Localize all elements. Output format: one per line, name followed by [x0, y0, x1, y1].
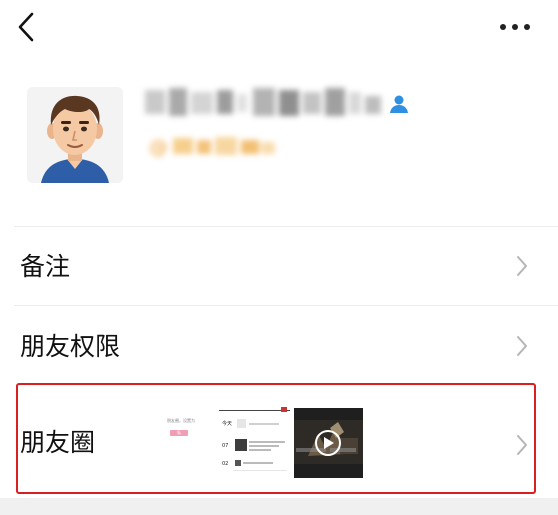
- chevron-right-icon: [517, 435, 527, 455]
- timeline-today-label: 今天: [222, 421, 233, 427]
- nickname-redacted: [143, 82, 385, 122]
- moments-row[interactable]: 朋友圈 朋友圈，设置为 私 今天 07 02: [0, 384, 558, 494]
- timeline-cover-avatar: [281, 407, 287, 412]
- friend-permissions-row[interactable]: 朋友权限: [0, 306, 558, 382]
- back-arrow-icon[interactable]: [14, 10, 40, 44]
- remark-label: 备注: [20, 252, 71, 281]
- avatar-cartoon-man-image: [27, 87, 123, 183]
- more-options-icon[interactable]: [498, 22, 532, 32]
- avatar[interactable]: [27, 87, 123, 183]
- timeline-date-2: 02: [222, 461, 229, 467]
- timeline-top-bar: [219, 410, 290, 411]
- chevron-right-icon: [517, 256, 527, 276]
- moments-thumbnail-timeline[interactable]: 今天 07 02: [219, 406, 290, 478]
- bottom-section-gap: [0, 498, 558, 515]
- timeline-image-1: [235, 439, 247, 451]
- timeline-text-line: [249, 423, 279, 425]
- moments-label: 朋友圈: [20, 428, 96, 457]
- thumbnail-caption: 朋友圈，设置为: [167, 418, 195, 423]
- thumbnail-pink-button: 私: [170, 430, 188, 436]
- chevron-right-icon: [517, 336, 527, 356]
- remark-row[interactable]: 备注: [0, 227, 558, 305]
- timeline-text-line: [249, 449, 271, 451]
- timeline-image-2: [235, 460, 241, 466]
- timeline-separator: [233, 470, 287, 471]
- timeline-date-1: 07: [222, 443, 229, 449]
- wechat-id-redacted: @: [147, 132, 279, 160]
- timeline-text-line: [249, 441, 285, 443]
- moments-thumbnail-video[interactable]: [294, 408, 363, 478]
- thumbnail-button-label: 私: [177, 430, 181, 435]
- timeline-placeholder: [237, 419, 246, 428]
- verified-user-icon: [390, 95, 408, 113]
- moments-thumbnail-privacy[interactable]: 朋友圈，设置为 私: [160, 408, 200, 464]
- svg-text:@: @: [149, 136, 168, 158]
- timeline-text-line: [249, 445, 279, 447]
- timeline-text-line: [243, 462, 273, 464]
- friend-permissions-label: 朋友权限: [20, 332, 121, 361]
- video-thumbnail-image: [294, 408, 363, 478]
